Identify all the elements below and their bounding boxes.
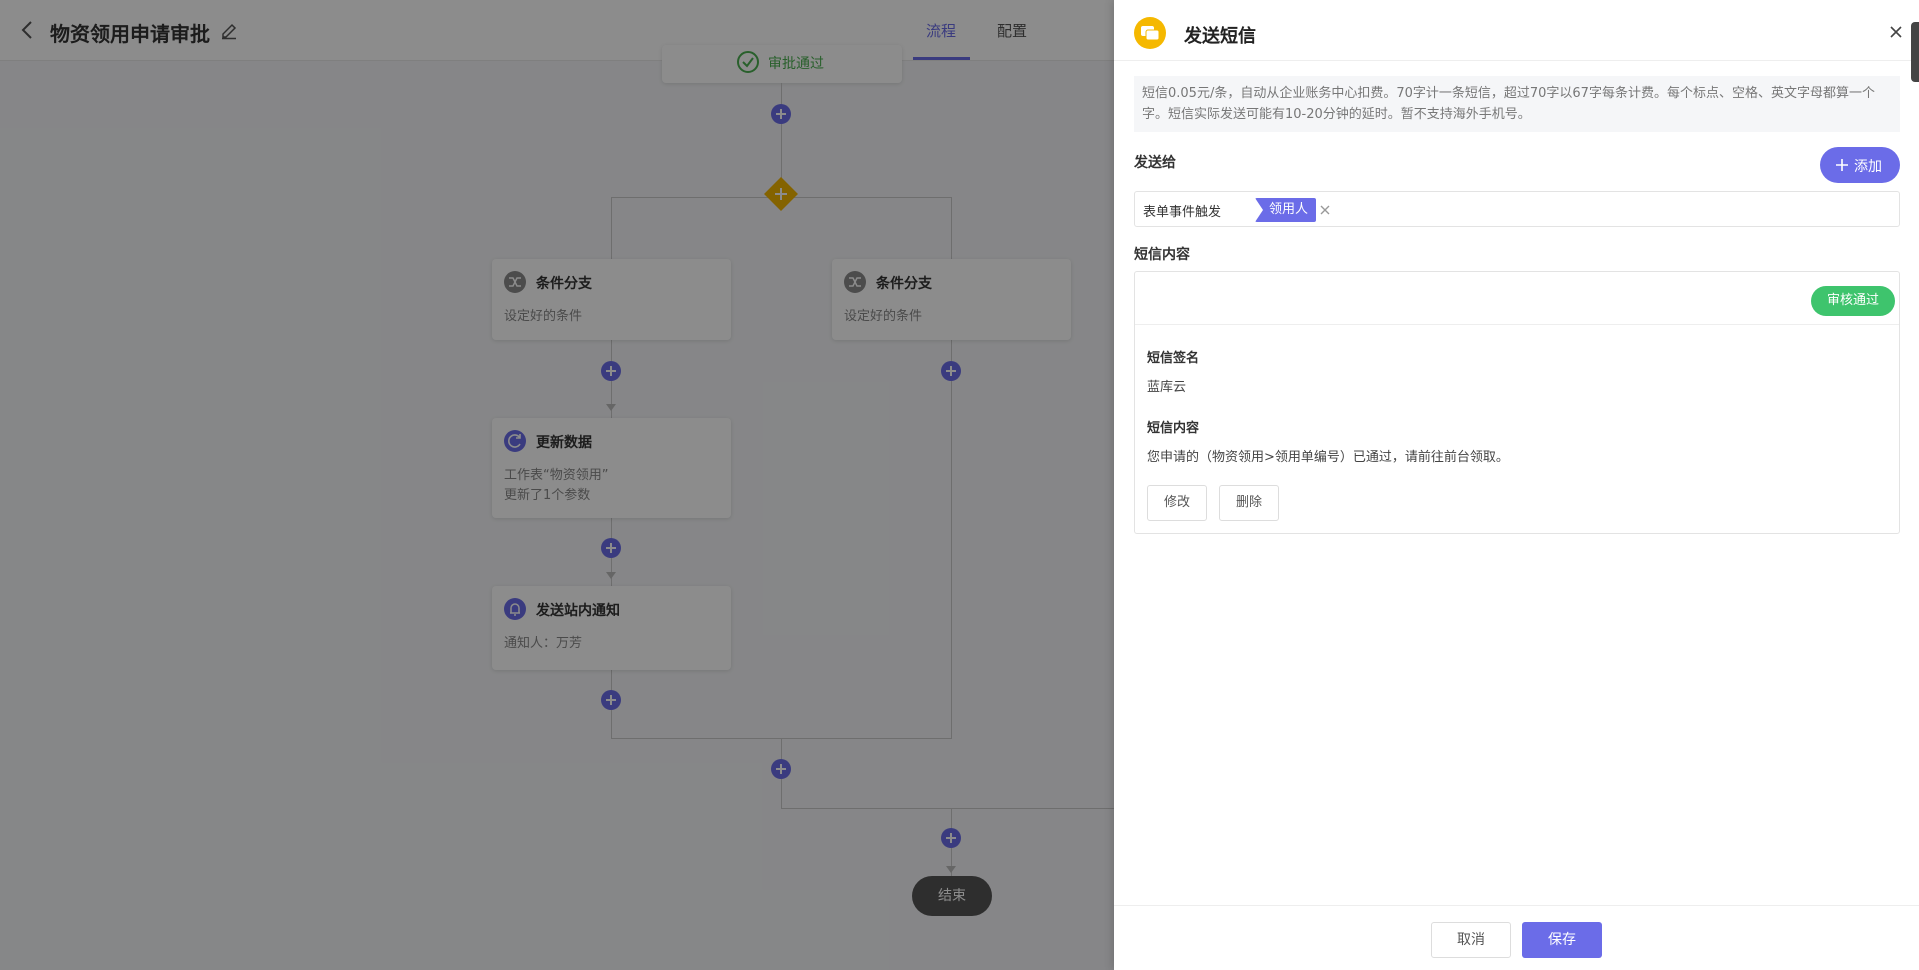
signature-label: 短信签名 — [1147, 351, 1200, 366]
save-button[interactable]: 保存 — [1522, 922, 1602, 958]
sms-content-card: 审核通过 短信签名 蓝库云 短信内容 您申请的（物资领用>领用单编号）已通过，请… — [1134, 271, 1900, 534]
send-sms-drawer: 发送短信 短信0.05元/条，自动从企业账务中心扣费。70字计一条短信，超过70… — [1114, 0, 1919, 970]
recipient-target-tag: 领用人 — [1255, 198, 1317, 222]
remove-tag-icon[interactable] — [1319, 204, 1331, 216]
signature-value: 蓝库云 — [1147, 380, 1187, 395]
plus-icon — [1836, 159, 1848, 171]
cancel-button[interactable]: 取消 — [1431, 922, 1511, 958]
recipient-field[interactable]: 表单事件触发 领用人 — [1134, 191, 1900, 227]
billing-notice: 短信0.05元/条，自动从企业账务中心扣费。70字计一条短信，超过70字以67字… — [1134, 76, 1900, 132]
review-status-badge: 审核通过 — [1811, 286, 1896, 316]
sms-content-section-label: 短信内容 — [1134, 247, 1190, 263]
drawer-title: 发送短信 — [1184, 26, 1256, 47]
sms-body-label: 短信内容 — [1147, 421, 1200, 436]
add-recipient-button[interactable]: 添加 — [1820, 147, 1900, 183]
sms-body-value: 您申请的（物资领用>领用单编号）已通过，请前往前台领取。 — [1147, 450, 1509, 465]
close-icon[interactable] — [1889, 25, 1903, 39]
chat-bubbles-icon — [1134, 17, 1166, 49]
edit-button[interactable]: 修改 — [1147, 485, 1207, 521]
add-recipient-label: 添加 — [1854, 159, 1882, 175]
drawer-header: 发送短信 — [1114, 0, 1919, 61]
sms-content-toolbar: 审核通过 — [1135, 272, 1899, 325]
drawer-footer: 取消 保存 — [1114, 905, 1919, 970]
recipient-source-tag: 表单事件触发 — [1143, 205, 1222, 220]
side-widget-handle[interactable] — [1911, 22, 1919, 82]
delete-button[interactable]: 删除 — [1219, 485, 1279, 521]
send-to-label: 发送给 — [1134, 155, 1176, 171]
